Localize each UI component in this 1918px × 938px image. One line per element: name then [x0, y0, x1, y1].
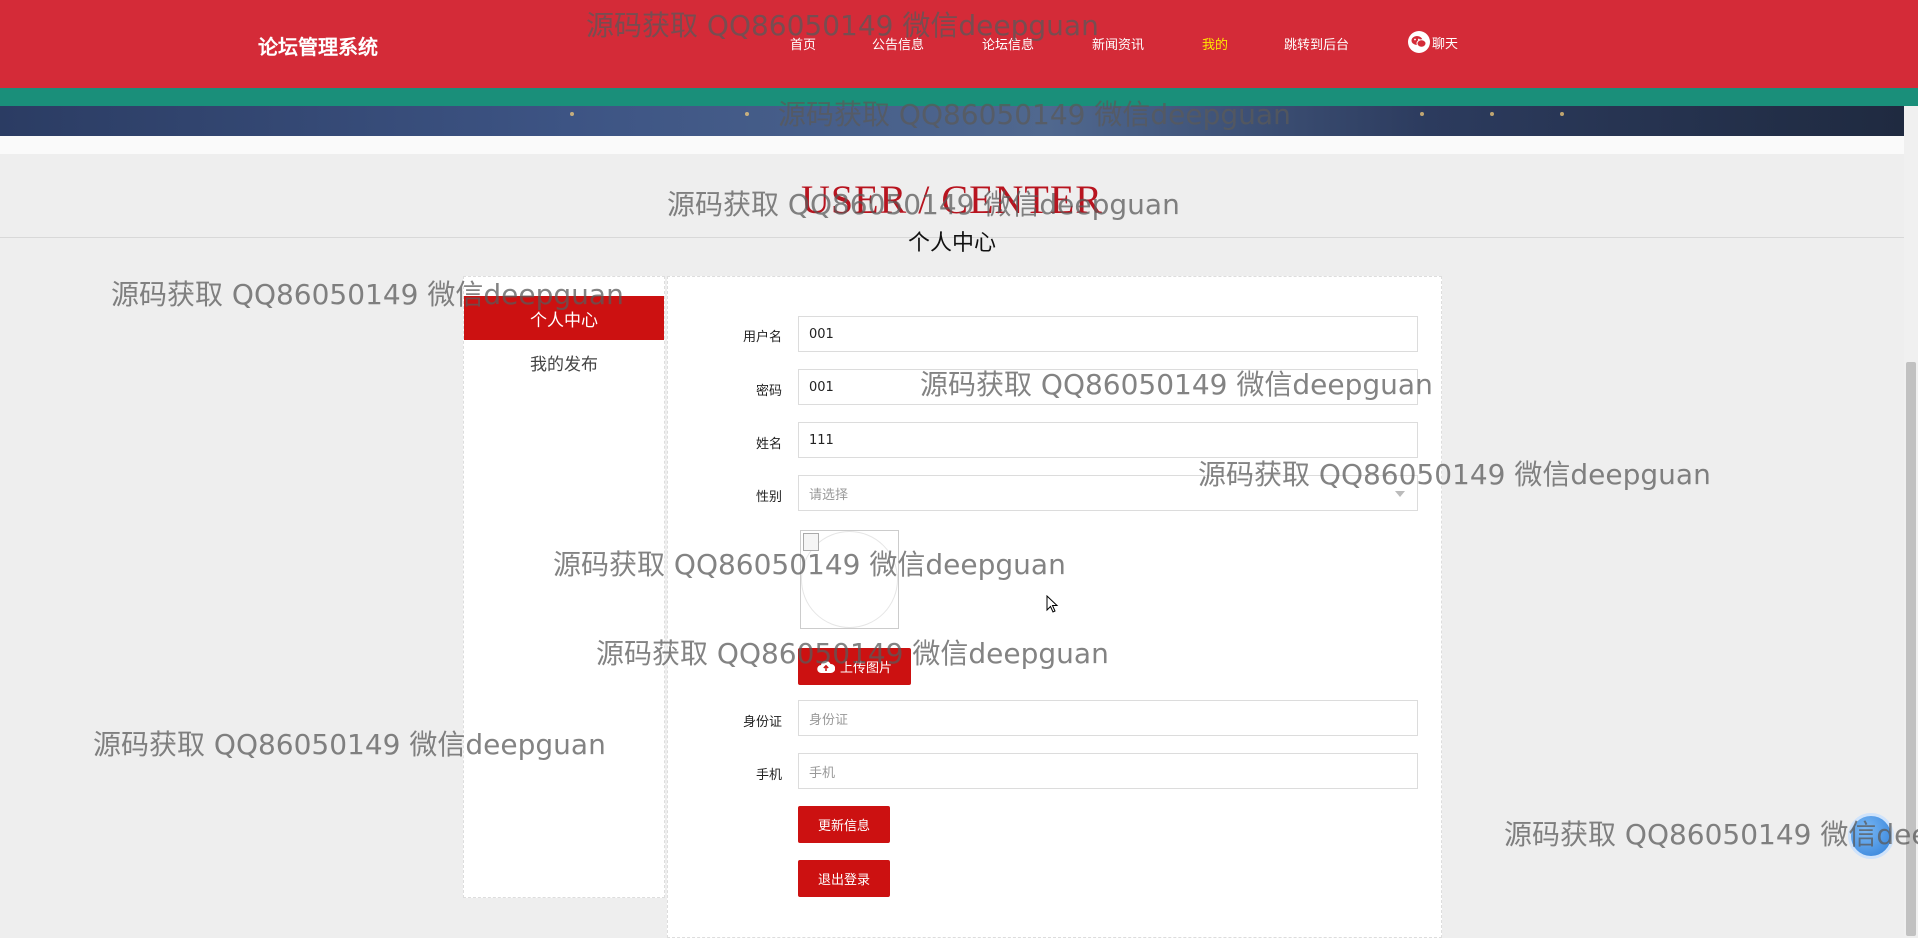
accent-strip	[0, 88, 1918, 106]
mouse-cursor-icon	[1046, 595, 1059, 613]
upload-image-button[interactable]: 上传图片	[798, 648, 911, 685]
page-title-cn: 个人中心	[907, 231, 996, 256]
phone-label: 手机	[755, 768, 782, 783]
chat-link[interactable]: 聊天	[1408, 31, 1458, 53]
floating-chat-button[interactable]	[1848, 813, 1894, 859]
cloud-upload-icon	[817, 660, 835, 673]
nav-forum[interactable]: 论坛信息	[982, 34, 1034, 53]
username-label: 用户名	[742, 330, 782, 345]
id-card-field[interactable]: 身份证	[798, 700, 1418, 736]
upload-label: 上传图片	[839, 661, 892, 676]
site-brand[interactable]: 论坛管理系统	[258, 31, 378, 60]
name-label: 姓名	[755, 437, 782, 452]
page-title-en: USER / CENTER	[801, 177, 1103, 222]
gender-label: 性别	[755, 490, 782, 505]
password-field[interactable]: 001	[798, 369, 1418, 405]
gender-select[interactable]: 请选择	[798, 475, 1418, 511]
nav-announcements[interactable]: 公告信息	[872, 34, 924, 53]
broken-image-icon	[803, 533, 819, 551]
username-field[interactable]: 001	[798, 316, 1418, 352]
chat-label: 聊天	[1432, 36, 1459, 52]
banner-bottom-strip	[0, 136, 1904, 154]
scrollbar-thumb[interactable]	[1906, 362, 1916, 936]
nav-home[interactable]: 首页	[790, 34, 816, 53]
logout-button[interactable]: 退出登录	[798, 860, 890, 897]
avatar-preview	[800, 530, 899, 629]
sidebar-item-my-posts[interactable]: 我的发布	[464, 340, 664, 384]
chevron-down-icon	[1395, 491, 1405, 497]
nav-backend[interactable]: 跳转到后台	[1284, 34, 1349, 53]
phone-field[interactable]: 手机	[798, 753, 1418, 789]
update-info-button[interactable]: 更新信息	[798, 806, 890, 843]
password-label: 密码	[755, 384, 782, 399]
wechat-icon	[1408, 31, 1430, 53]
sidebar-item-user-center[interactable]: 个人中心	[464, 296, 664, 340]
name-field[interactable]: 111	[798, 422, 1418, 458]
nav-news[interactable]: 新闻资讯	[1092, 34, 1144, 53]
banner-image	[0, 106, 1904, 136]
gender-placeholder: 请选择	[809, 487, 849, 503]
id-card-label: 身份证	[742, 715, 782, 730]
nav-mine[interactable]: 我的	[1202, 34, 1228, 53]
